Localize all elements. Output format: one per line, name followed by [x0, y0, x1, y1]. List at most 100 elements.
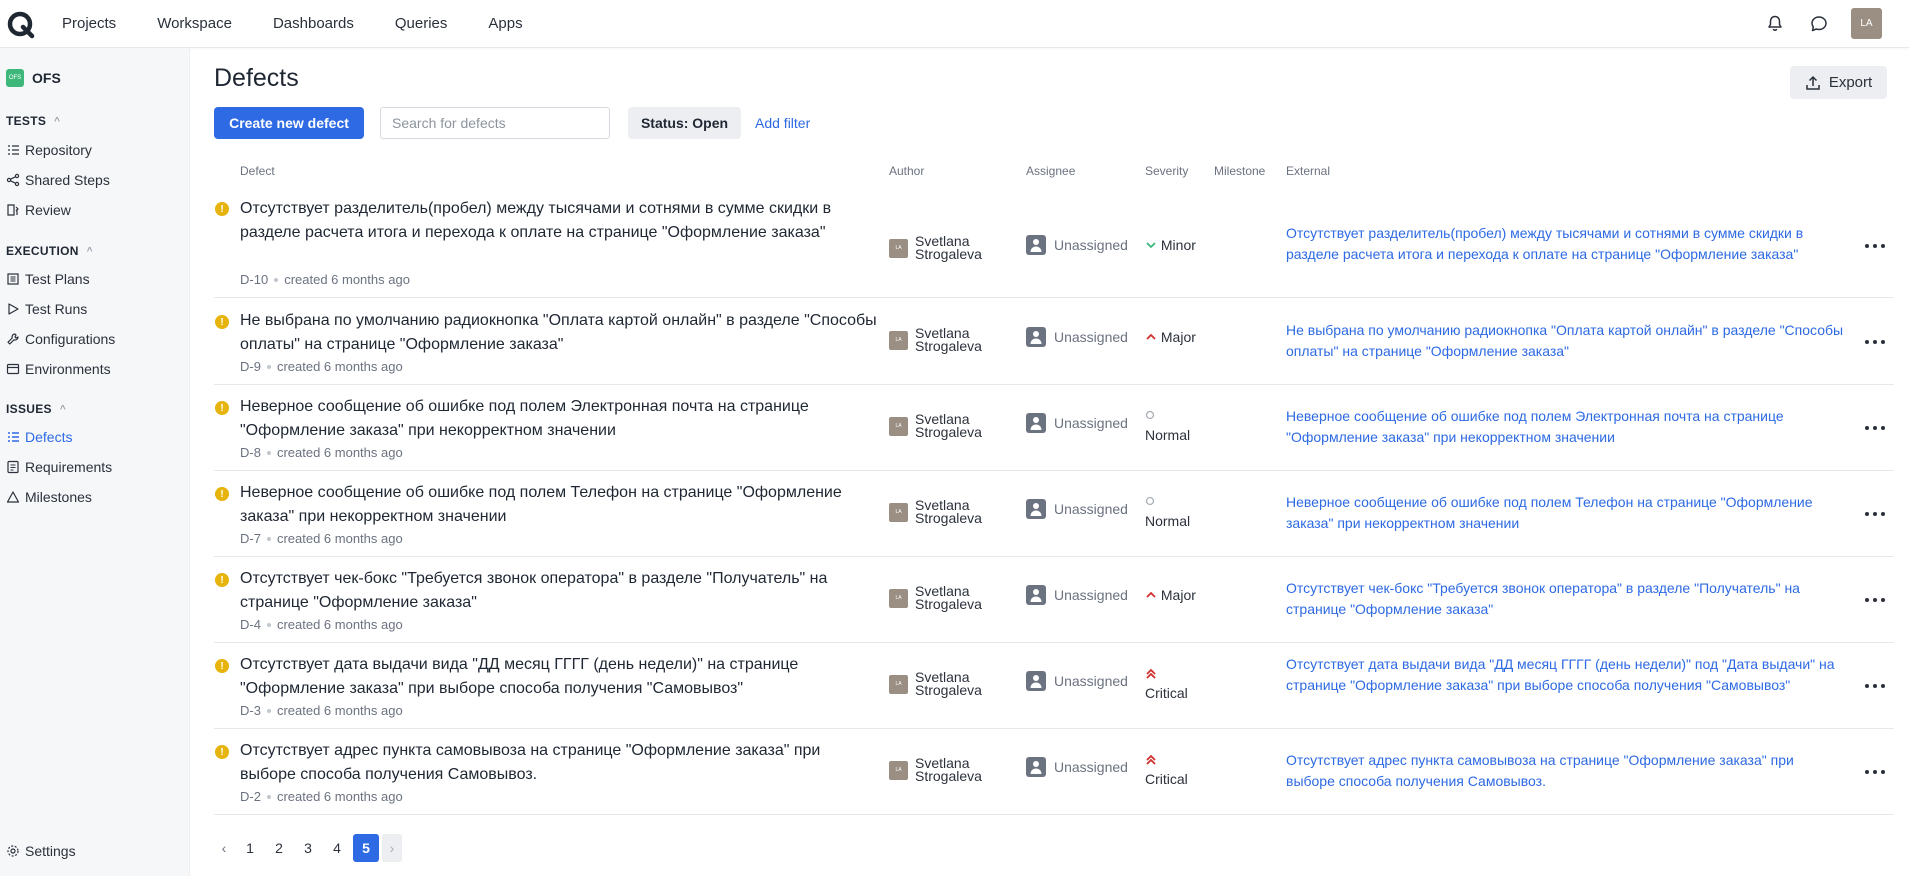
defect-title[interactable]: Неверное сообщение об ошибке под полем Т…: [240, 481, 880, 529]
sidebar-item-environments[interactable]: Environments: [6, 361, 111, 377]
sidebar-item-label: Review: [25, 202, 71, 218]
nav-apps[interactable]: Apps: [488, 15, 522, 32]
nav-workspace[interactable]: Workspace: [157, 15, 232, 32]
external-link[interactable]: Неверное сообщение об ошибке под полем Т…: [1286, 492, 1846, 534]
column-header-author[interactable]: Author: [889, 164, 924, 178]
pagination-page-2[interactable]: 2: [266, 834, 292, 862]
table-row[interactable]: ! Отсутствует разделитель(пробел) между …: [214, 185, 1894, 298]
assignee-cell[interactable]: Unassigned: [1026, 585, 1128, 605]
pagination-prev-button[interactable]: ‹: [214, 834, 234, 862]
more-actions-icon[interactable]: [1865, 597, 1885, 603]
section-tests-header[interactable]: TESTS ^: [6, 114, 60, 128]
wrench-icon: [7, 333, 19, 345]
dot-separator: [266, 622, 271, 627]
nav-dashboards[interactable]: Dashboards: [273, 15, 354, 32]
defect-meta: D-2 created 6 months ago: [240, 789, 403, 804]
author-avatar: LA: [889, 330, 908, 350]
project-switcher[interactable]: OFS OFS: [6, 69, 61, 87]
defect-created: created 6 months ago: [276, 359, 403, 374]
sidebar-item-label: Test Runs: [25, 301, 88, 317]
defect-title[interactable]: Неверное сообщение об ошибке под полем Э…: [240, 395, 880, 443]
sidebar-item-review[interactable]: Review: [6, 202, 71, 218]
project-name: OFS: [32, 70, 61, 86]
table-row[interactable]: ! Отсутствует адрес пункта самовывоза на…: [214, 728, 1894, 815]
pagination-next-button[interactable]: ›: [382, 834, 402, 862]
defect-id: D-3: [240, 703, 261, 718]
assignee-label: Unassigned: [1054, 759, 1128, 775]
external-link[interactable]: Отсутствует разделитель(пробел) между ты…: [1286, 223, 1846, 265]
section-label: TESTS: [6, 114, 47, 128]
defect-title[interactable]: Отсутствует адрес пункта самовывоза на с…: [240, 739, 880, 787]
column-header-severity[interactable]: Severity: [1145, 164, 1188, 178]
circle-icon: [1145, 496, 1155, 506]
defect-title[interactable]: Не выбрана по умолчанию радиокнопка "Опл…: [240, 309, 880, 357]
search-input[interactable]: [380, 107, 610, 139]
add-filter-link[interactable]: Add filter: [755, 115, 810, 131]
table-row[interactable]: ! Отсутствует чек-бокс "Требуется звонок…: [214, 556, 1894, 643]
more-actions-icon[interactable]: [1865, 683, 1885, 689]
section-execution-header[interactable]: EXECUTION ^: [6, 244, 93, 258]
export-button[interactable]: Export: [1790, 66, 1887, 99]
more-actions-icon[interactable]: [1865, 425, 1885, 431]
more-actions-icon[interactable]: [1865, 511, 1885, 517]
external-link[interactable]: Неверное сообщение об ошибке под полем Э…: [1286, 406, 1846, 448]
table-row[interactable]: ! Не выбрана по умолчанию радиокнопка "О…: [214, 298, 1894, 385]
more-actions-icon[interactable]: [1865, 243, 1885, 249]
nav-projects[interactable]: Projects: [62, 15, 116, 32]
sidebar-item-defects[interactable]: Defects: [6, 429, 72, 445]
defect-title[interactable]: Отсутствует чек-бокс "Требуется звонок о…: [240, 567, 880, 615]
assignee-cell[interactable]: Unassigned: [1026, 327, 1128, 347]
more-actions-icon[interactable]: [1865, 339, 1885, 345]
assignee-cell[interactable]: Unassigned: [1026, 671, 1128, 691]
chat-icon[interactable]: [1807, 12, 1831, 36]
external-link[interactable]: Не выбрана по умолчанию радиокнопка "Опл…: [1286, 320, 1846, 362]
table-row[interactable]: ! Отсутствует дата выдачи вида "ДД месяц…: [214, 642, 1894, 729]
sidebar-item-milestones[interactable]: Milestones: [6, 489, 92, 505]
more-actions-icon[interactable]: [1865, 769, 1885, 775]
pagination-page-3[interactable]: 3: [295, 834, 321, 862]
assignee-cell[interactable]: Unassigned: [1026, 757, 1128, 777]
sidebar-item-shared-steps[interactable]: Shared Steps: [6, 172, 110, 188]
pagination-page-4[interactable]: 4: [324, 834, 350, 862]
chevron-up-icon: ^: [54, 115, 61, 127]
pagination-page-current[interactable]: 5: [353, 834, 379, 862]
assignee-cell[interactable]: Unassigned: [1026, 235, 1128, 255]
column-header-external[interactable]: External: [1286, 164, 1330, 178]
double-chevron-up-icon: [1146, 668, 1156, 679]
nav-queries[interactable]: Queries: [395, 15, 448, 32]
column-header-milestone[interactable]: Milestone: [1214, 164, 1265, 178]
sidebar-item-test-plans[interactable]: Test Plans: [6, 271, 90, 287]
external-link[interactable]: Отсутствует чек-бокс "Требуется звонок о…: [1286, 578, 1846, 620]
defect-created: created 6 months ago: [276, 445, 403, 460]
user-icon: [1026, 235, 1046, 255]
author-last-name: Strogaleva: [915, 768, 982, 784]
assignee-cell[interactable]: Unassigned: [1026, 413, 1128, 433]
external-link[interactable]: Отсутствует адрес пункта самовывоза на с…: [1286, 750, 1846, 792]
create-defect-button[interactable]: Create new defect: [214, 107, 364, 139]
sidebar-item-requirements[interactable]: Requirements: [6, 459, 112, 475]
bell-icon[interactable]: [1763, 12, 1787, 36]
assignee-cell[interactable]: Unassigned: [1026, 499, 1128, 519]
chevron-up-icon: [1146, 591, 1156, 598]
defect-title[interactable]: Отсутствует разделитель(пробел) между ты…: [240, 197, 880, 245]
sidebar-item-repository[interactable]: Repository: [6, 142, 92, 158]
table-row[interactable]: ! Неверное сообщение об ошибке под полем…: [214, 384, 1894, 471]
table-row[interactable]: ! Неверное сообщение об ошибке под полем…: [214, 470, 1894, 557]
author-name: Svetlana Strogaleva: [915, 326, 982, 353]
pagination-page-1[interactable]: 1: [237, 834, 263, 862]
defect-meta: D-8 created 6 months ago: [240, 445, 403, 460]
column-header-assignee[interactable]: Assignee: [1026, 164, 1075, 178]
sidebar-item-test-runs[interactable]: Test Runs: [6, 301, 87, 317]
share-icon: [6, 173, 20, 187]
user-icon: [1026, 671, 1046, 691]
user-avatar[interactable]: LA: [1851, 8, 1882, 39]
sidebar-item-settings[interactable]: Settings: [6, 843, 76, 859]
app-logo-icon[interactable]: [7, 11, 35, 39]
status-filter-chip[interactable]: Status: Open: [628, 107, 741, 139]
external-link[interactable]: Отсутствует дата выдачи вида "ДД месяц Г…: [1286, 654, 1846, 696]
defect-title[interactable]: Отсутствует дата выдачи вида "ДД месяц Г…: [240, 653, 880, 701]
dot-separator: [266, 536, 271, 541]
column-header-defect[interactable]: Defect: [240, 164, 275, 178]
sidebar-item-configurations[interactable]: Configurations: [6, 331, 115, 347]
section-issues-header[interactable]: ISSUES ^: [6, 402, 66, 416]
